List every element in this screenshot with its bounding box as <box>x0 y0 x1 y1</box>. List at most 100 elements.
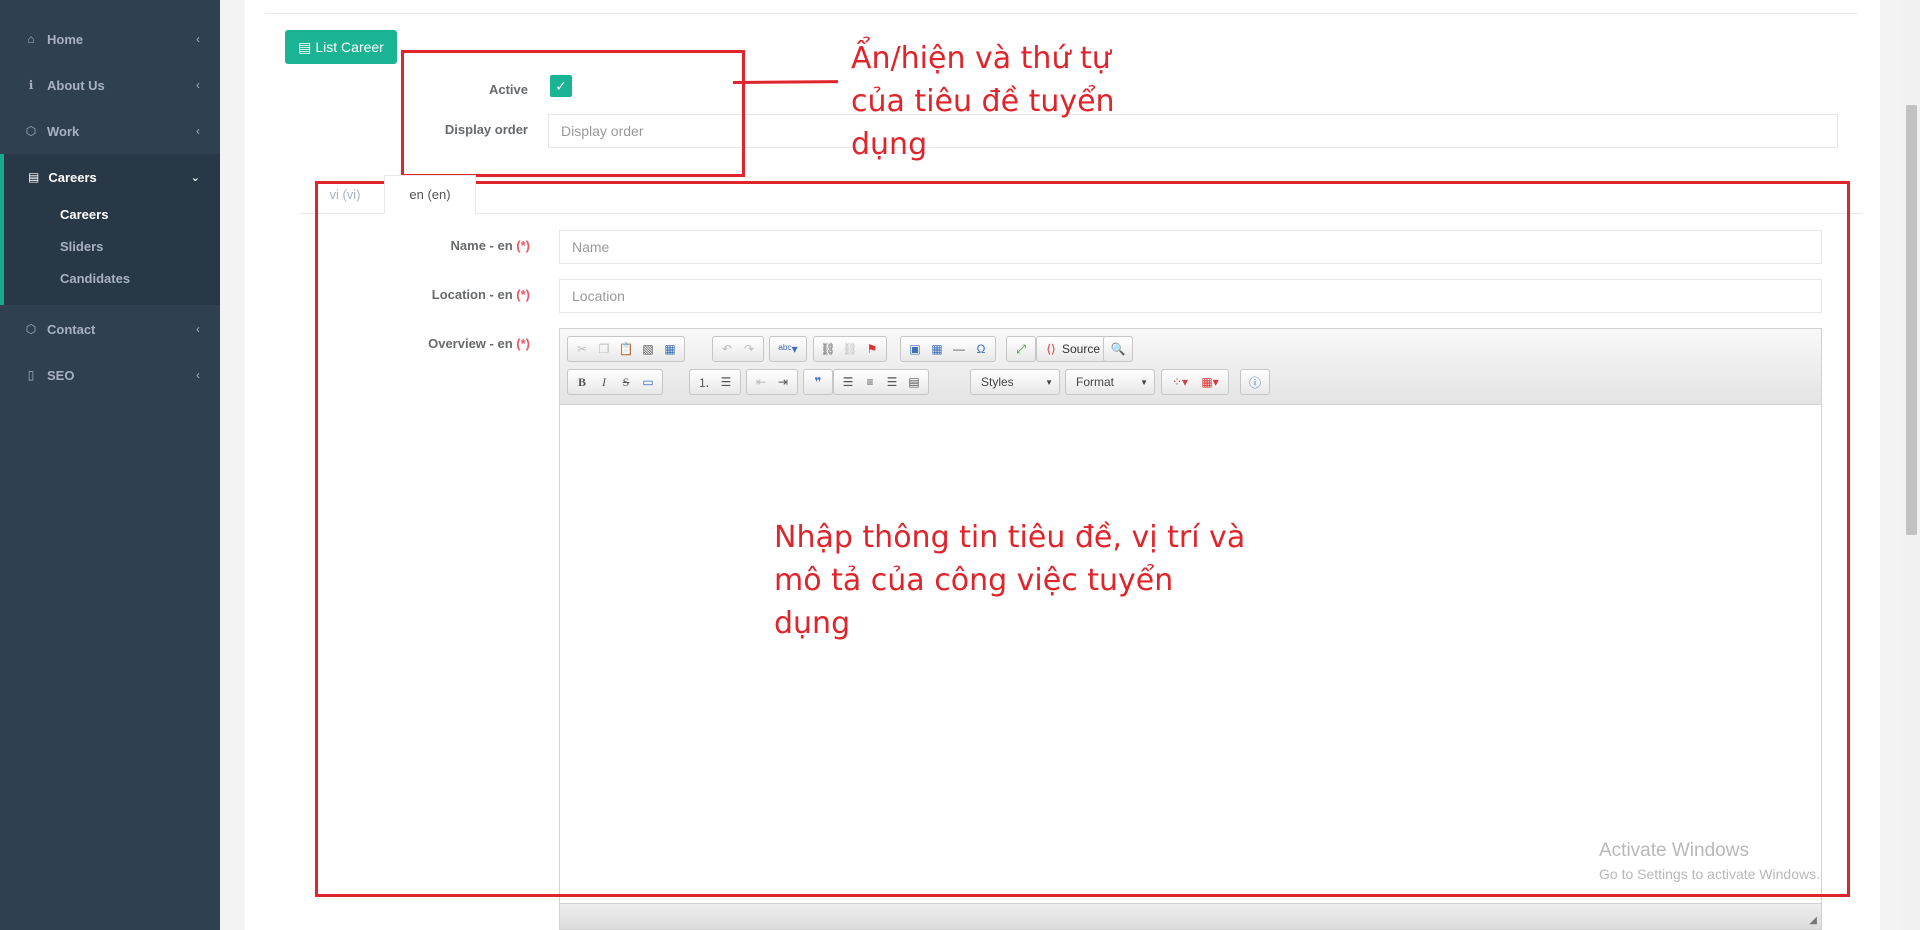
source-button[interactable]: Source <box>1062 342 1100 356</box>
sidebar-subitem-candidates[interactable]: Candidates <box>60 271 130 286</box>
paste-icon[interactable]: 📋 <box>615 339 637 359</box>
align-right-icon[interactable]: ☰ <box>881 372 903 392</box>
divider <box>265 13 1858 14</box>
table-icon[interactable]: ▦ <box>926 339 948 359</box>
styles-dropdown[interactable]: Styles ▼ <box>970 369 1060 395</box>
sidebar-item-about-us[interactable]: ℹ About Us ‹ <box>0 62 220 108</box>
annotation-line: của tiêu đề tuyển <box>851 84 1115 119</box>
check-icon: ✓ <box>555 77 567 94</box>
display-order-label: Display order <box>444 122 528 137</box>
align-justify-icon[interactable]: ▤ <box>903 372 925 392</box>
list-icon: ▤ <box>298 38 312 55</box>
annotation-line: Ẩn/hiện và thứ tự <box>851 41 1111 76</box>
resize-handle-icon[interactable]: ◢ <box>1809 915 1817 926</box>
blockquote-icon[interactable]: ❞ <box>807 372 829 392</box>
sidebar-item-home[interactable]: ⌂ Home ‹ <box>0 16 220 62</box>
horizontal-line-icon[interactable]: ― <box>948 339 970 359</box>
sidebar-subitem-sliders[interactable]: Sliders <box>60 239 103 254</box>
active-checkbox[interactable]: ✓ <box>550 75 572 97</box>
windows-activation-subtitle: Go to Settings to activate Windows. <box>1599 866 1820 882</box>
tab-en[interactable]: en (en) <box>384 175 476 214</box>
page-scrollbar[interactable] <box>1903 0 1920 930</box>
italic-icon[interactable]: I <box>593 372 615 392</box>
spellcheck-icon[interactable]: ᵃᵇᶜ▾ <box>773 339 803 359</box>
align-center-icon[interactable]: ≡ <box>859 372 881 392</box>
preview-group: 🔍 <box>1103 336 1133 362</box>
annotation-text-top: Ẩn/hiện và thứ tự của tiêu đề tuyển dụng <box>851 37 1115 166</box>
display-order-input[interactable]: Display order <box>548 114 1838 148</box>
table-red-icon[interactable]: ▦▾ <box>1195 372 1225 392</box>
anchor-icon[interactable]: ⚑ <box>861 339 883 359</box>
overview-label-text: Overview - en <box>428 336 513 351</box>
about-group: ⓘ <box>1240 369 1270 395</box>
maximize-group: ⤢ <box>1006 336 1036 362</box>
editor-toolbar: ✂ ❐ 📋 ▧ ▦ ↶ ↷ ᵃᵇᶜ▾ ⛓ ⛓ ⚑ ▣ ▦ ― Ω ⤢ ⟨⟩ So… <box>560 329 1821 405</box>
caret-down-icon: ▼ <box>1045 377 1053 387</box>
tab-vi[interactable]: vi (vi) <box>305 175 385 214</box>
sidebar-item-label: About Us <box>47 77 105 93</box>
link-icon[interactable]: ⛓ <box>817 339 839 359</box>
indent-group: ⇤ ⇥ <box>746 369 798 395</box>
sidebar-subitem-careers[interactable]: Careers <box>60 207 108 222</box>
align-left-icon[interactable]: ☰ <box>837 372 859 392</box>
careers-nav-group: ▤ Careers ⌄ Careers Sliders Candidates <box>0 154 220 305</box>
cut-icon[interactable]: ✂ <box>571 339 593 359</box>
home-icon: ⌂ <box>27 32 35 46</box>
bold-icon[interactable]: B <box>571 372 593 392</box>
preview-icon[interactable]: 🔍 <box>1107 339 1129 359</box>
link-group: ⛓ ⛓ ⚑ <box>813 336 887 362</box>
chevron-left-icon: ‹ <box>196 322 200 336</box>
list-career-button-label: List Career <box>315 39 384 55</box>
format-dropdown[interactable]: Format ▼ <box>1065 369 1155 395</box>
sidebar-item-careers[interactable]: ▤ Careers ⌄ <box>4 154 220 200</box>
sidebar-item-seo[interactable]: ▯ SEO ‹ <box>0 352 220 398</box>
basic-style-group: B I S ▭ <box>567 369 663 395</box>
cube-icon: ⬡ <box>25 124 37 138</box>
list-group: ⒈ ☰ <box>689 369 741 395</box>
info-icon[interactable]: ⓘ <box>1244 372 1266 392</box>
maximize-icon[interactable]: ⤢ <box>1010 339 1032 359</box>
annotation-line: dụng <box>851 127 928 162</box>
numbered-list-icon[interactable]: ⒈ <box>693 372 715 392</box>
list-career-button[interactable]: ▤ List Career <box>285 30 397 64</box>
name-input[interactable]: Name <box>559 230 1822 264</box>
chevron-left-icon: ‹ <box>196 124 200 138</box>
windows-activation-title: Activate Windows <box>1599 840 1749 861</box>
redo-icon[interactable]: ↷ <box>738 339 760 359</box>
insert-group: ▣ ▦ ― Ω <box>900 336 996 362</box>
indent-icon[interactable]: ⇥ <box>772 372 794 392</box>
location-input[interactable]: Location <box>559 279 1822 313</box>
undo-icon[interactable]: ↶ <box>716 339 738 359</box>
sidebar-item-work[interactable]: ⬡ Work ‹ <box>0 108 220 154</box>
paste-word-icon[interactable]: ▦ <box>659 339 681 359</box>
chevron-down-icon: ⌄ <box>190 171 200 184</box>
active-label: Active <box>488 82 528 97</box>
format-dropdown-label: Format <box>1076 375 1115 389</box>
cube-icon: ⬡ <box>25 322 37 336</box>
sidebar: ⌂ Home ‹ ℹ About Us ‹ ⬡ Work ‹ ▤ Careers… <box>0 0 220 930</box>
color-picker-icon[interactable]: ⁘▾ <box>1165 372 1195 392</box>
chevron-left-icon: ‹ <box>196 32 200 46</box>
bulleted-list-icon[interactable]: ☰ <box>715 372 737 392</box>
source-icon: ⟨⟩ <box>1046 342 1056 356</box>
strikethrough-icon[interactable]: S <box>615 372 637 392</box>
clipboard-group: ✂ ❐ 📋 ▧ ▦ <box>567 336 685 362</box>
sidebar-item-label: Careers <box>48 169 97 185</box>
image-icon[interactable]: ▣ <box>904 339 926 359</box>
sidebar-item-contact[interactable]: ⬡ Contact ‹ <box>0 306 220 352</box>
special-char-icon[interactable]: Ω <box>970 339 992 359</box>
required-mark: (*) <box>516 336 530 351</box>
source-group: ⟨⟩ Source <box>1036 336 1108 362</box>
sidebar-item-label: Work <box>47 123 80 139</box>
info-icon: ℹ <box>28 78 34 92</box>
location-placeholder: Location <box>572 288 625 304</box>
unlink-icon[interactable]: ⛓ <box>839 339 861 359</box>
outdent-icon[interactable]: ⇤ <box>750 372 772 392</box>
editor-content-area[interactable] <box>560 405 1821 905</box>
styles-dropdown-label: Styles <box>981 375 1014 389</box>
file-icon: ▯ <box>27 368 35 382</box>
remove-format-icon[interactable]: ▭ <box>637 372 659 392</box>
paste-text-icon[interactable]: ▧ <box>637 339 659 359</box>
scrollbar-thumb[interactable] <box>1906 105 1917 535</box>
copy-icon[interactable]: ❐ <box>593 339 615 359</box>
